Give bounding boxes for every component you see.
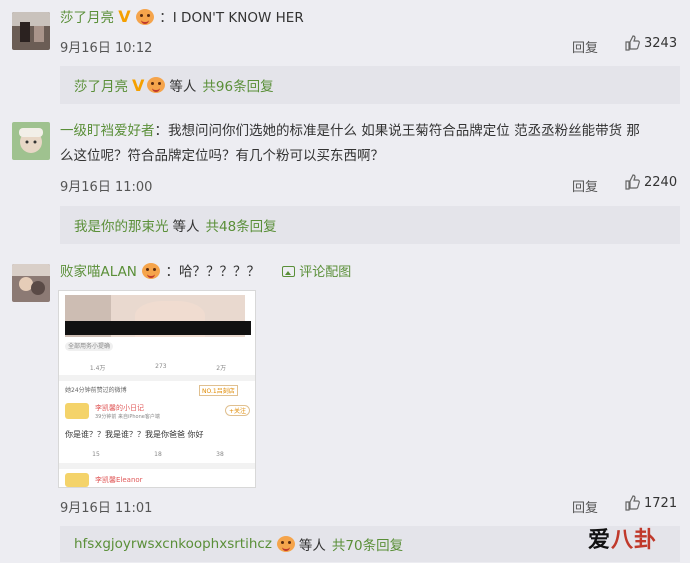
embedded-badge: NO.1吕刻店 xyxy=(199,385,238,396)
subreply-count-link[interactable]: 共48条回复 xyxy=(206,215,277,235)
like-count: 2240 xyxy=(644,174,678,190)
comment-text-line-1: ：我想问问你们选她的标准是什么 如果说王菊符合品牌定位 范丞丞粉丝能带货 那 xyxy=(154,123,640,139)
like-count: 3243 xyxy=(644,35,678,51)
thumbs-up-icon xyxy=(625,495,640,511)
like-button[interactable]: 3243 xyxy=(624,35,677,51)
subreply-box[interactable]: 我是你的那束光 等人 共48条回复 xyxy=(60,206,680,244)
subreply-user[interactable]: 莎了月亮 xyxy=(74,75,128,95)
thumbs-up-icon xyxy=(625,35,640,51)
like-button[interactable]: 2240 xyxy=(624,174,677,190)
avatar[interactable] xyxy=(12,264,50,302)
comment-picture[interactable]: 全部用务小提确 1.4万 273 2万 她24分钟前赞过的微博 NO.1吕刻店 … xyxy=(58,290,256,488)
embedded-header: 她24分钟前赞过的微博 xyxy=(65,387,127,394)
timestamp: 9月16日 10:12 xyxy=(60,41,153,56)
vip-emoji-icon xyxy=(276,536,295,552)
vip-emoji-icon xyxy=(147,77,166,93)
redaction-bar xyxy=(65,321,251,335)
avatar[interactable] xyxy=(12,122,50,160)
reply-button[interactable]: 回复 xyxy=(572,37,598,56)
subreply-etc: 等人 xyxy=(169,79,197,95)
subreply-etc: 等人 xyxy=(172,219,200,235)
embedded-meta: 39分钟前 来自iPhone客户端 xyxy=(95,414,160,420)
vip-emoji-icon xyxy=(142,263,161,279)
subreply-count-link[interactable]: 共96条回复 xyxy=(202,75,273,95)
comment-text: ：I DON'T KNOW HER xyxy=(159,10,304,26)
site-watermark: 爱八卦 xyxy=(588,528,658,553)
avatar[interactable] xyxy=(12,12,50,50)
username[interactable]: 一级盯裆爱好者 xyxy=(60,123,155,139)
username[interactable]: 败家喵ALAN xyxy=(60,264,137,280)
reply-button[interactable]: 回复 xyxy=(572,176,598,195)
embedded-post-stats: 15 18 38 xyxy=(92,451,224,458)
embedded-footer-user: 李凯馨Eleanor xyxy=(95,476,143,484)
embedded-stats: 1.4万 273 2万 xyxy=(89,363,227,372)
timestamp: 9月16日 11:01 xyxy=(60,501,153,516)
thumbs-up-icon xyxy=(625,174,640,190)
embedded-post: 你是谁？？我是谁？？我是你爸爸 你好 xyxy=(65,430,204,439)
comment-picture-link[interactable]: 评论配图 xyxy=(282,265,351,280)
subreply-user[interactable]: 我是你的那束光 xyxy=(74,215,169,235)
verified-v-icon: V xyxy=(118,7,131,26)
subreply-etc: 等人 xyxy=(298,538,326,554)
subreply-box[interactable]: 莎了月亮 V 等人 共96条回复 xyxy=(60,66,680,104)
subreply-count-link[interactable]: 共70条回复 xyxy=(332,534,403,554)
embedded-tag: 全部用务小提确 xyxy=(65,342,114,351)
comment-text-line-2: 么这位呢？符合品牌定位吗？有几个粉可以买东西啊？ xyxy=(60,148,384,164)
comment-text: ：哈？？？？？ xyxy=(165,264,261,280)
vip-emoji-icon xyxy=(135,9,154,25)
like-button[interactable]: 1721 xyxy=(624,495,677,511)
reply-button[interactable]: 回复 xyxy=(572,497,598,516)
like-count: 1721 xyxy=(644,495,678,511)
embedded-follow: +关注 xyxy=(225,405,251,416)
verified-v-icon: V xyxy=(132,75,145,95)
timestamp: 9月16日 11:00 xyxy=(60,180,153,195)
embedded-poster: 李凯馨的小日记 xyxy=(95,404,144,412)
subreply-user[interactable]: hfsxgjoyrwsxcnkoophxsrtihcz xyxy=(74,536,272,552)
image-icon xyxy=(282,266,296,277)
username[interactable]: 莎了月亮 xyxy=(60,10,114,26)
subreply-box[interactable]: hfsxgjoyrwsxcnkoophxsrtihcz 等人 共70条回复 xyxy=(60,526,680,562)
